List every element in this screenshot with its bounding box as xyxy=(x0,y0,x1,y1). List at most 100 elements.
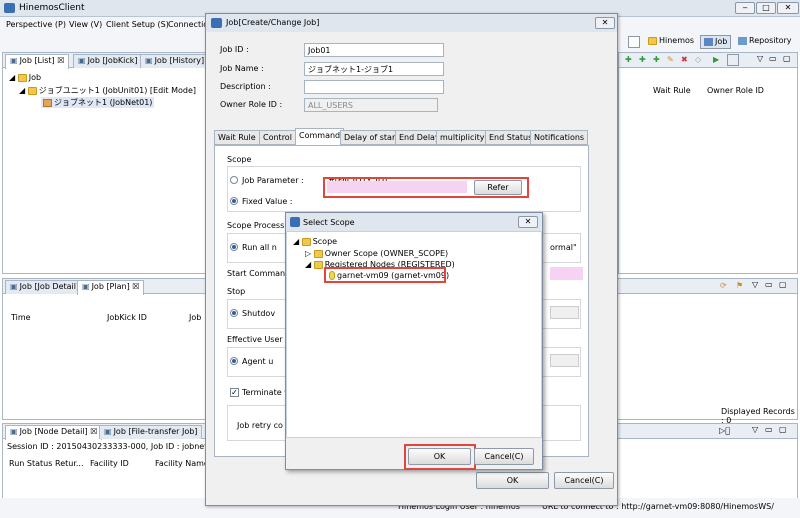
terminate-checkbox[interactable]: ✓ xyxy=(230,388,239,397)
col-jobkick-id[interactable]: JobKick ID xyxy=(107,313,147,322)
tab-job-detail[interactable]: ▣ Job [Job Detail] xyxy=(5,280,85,294)
node-maximize-icon[interactable]: ▢ xyxy=(779,425,787,434)
add-icon[interactable]: ✚ xyxy=(625,55,632,64)
app-icon xyxy=(4,3,15,13)
tab-node-detail[interactable]: ▣ Job [Node Detail] ☒ xyxy=(5,425,103,440)
job-parameter-radio[interactable] xyxy=(230,176,238,184)
ok-highlight xyxy=(404,444,476,470)
scope-tree: ◢ Scope ▷ Owner Scope (OWNER_SCOPE) ◢ Re… xyxy=(286,231,542,438)
perspective-hinemos[interactable]: Hinemos xyxy=(648,36,694,45)
edit-icon[interactable]: ✎ xyxy=(667,55,674,64)
plan-maximize-icon[interactable]: ▢ xyxy=(779,280,787,289)
tab-delay-of-start[interactable]: Delay of start xyxy=(340,130,403,145)
owner-role-label: Owner Role ID : xyxy=(220,100,283,109)
run-all-nodes-label: Run all n xyxy=(242,243,277,252)
run-icon[interactable]: ▶ xyxy=(713,55,719,64)
col-facility-name[interactable]: Facility Name xyxy=(155,459,209,468)
col-facility-id[interactable]: Facility ID xyxy=(90,459,129,468)
scope-tree-owner[interactable]: ▷ Owner Scope (OWNER_SCOPE) xyxy=(305,249,448,258)
scope-process-right-text: ormal" xyxy=(550,243,577,252)
owner-scope-icon xyxy=(313,249,323,258)
run-all-nodes-radio[interactable] xyxy=(230,243,238,251)
start-command-label: Start Comman xyxy=(227,269,286,278)
select-scope-icon xyxy=(290,217,300,227)
open-perspective-icon[interactable] xyxy=(628,36,640,48)
tab-end-status[interactable]: End Status xyxy=(485,130,537,145)
tab-job-kick[interactable]: ▣ Job [JobKick] xyxy=(73,54,143,68)
menu-perspective[interactable]: Perspective (P) xyxy=(6,20,66,29)
tab-file-transfer[interactable]: ▣ Job [File-transfer Job] xyxy=(99,425,203,439)
menu-view[interactable]: View (V) xyxy=(69,20,102,29)
stop-command-input[interactable] xyxy=(550,306,579,319)
col-return[interactable]: Retur... xyxy=(55,459,84,468)
col-wait-rule[interactable]: Wait Rule xyxy=(653,86,691,95)
job-unit-icon xyxy=(27,86,37,95)
perspective-repository[interactable]: Repository xyxy=(738,36,792,45)
copy-icon[interactable]: ✚ xyxy=(639,55,646,64)
terminate-label: Terminate w xyxy=(242,388,291,397)
agent-user-radio[interactable] xyxy=(230,357,238,365)
registered-nodes-icon xyxy=(313,260,323,269)
owner-role-select[interactable]: ALL_USERS xyxy=(304,98,438,112)
save-icon[interactable] xyxy=(727,54,739,66)
right-toolbar: ✚ ✚ ✚ ✎ ✖ ◇ ▶ ▽ ▭ ▢ xyxy=(619,53,797,68)
tab-wait-rule[interactable]: Wait Rule xyxy=(214,130,260,145)
job-dialog-title-bar: Job[Create/Change Job] ✕ xyxy=(206,14,617,32)
tree-job-net[interactable]: ジョブネット1 (JobNet01) xyxy=(41,97,155,108)
job-dialog-cancel-button[interactable]: Cancel(C) xyxy=(554,472,614,489)
scope-process-label: Scope Process xyxy=(227,221,285,230)
col-job[interactable]: Job xyxy=(189,313,201,322)
col-run-status[interactable]: Run Status xyxy=(9,459,52,468)
tab-command[interactable]: Command xyxy=(295,128,345,145)
select-scope-close-button[interactable]: ✕ xyxy=(518,216,538,228)
start-command-input[interactable] xyxy=(550,267,583,280)
job-id-input[interactable]: Job01 xyxy=(304,43,444,57)
refresh-icon[interactable]: ⟳ xyxy=(720,281,727,290)
tab-job-history[interactable]: ▣ Job [History] xyxy=(140,54,210,68)
job-retry-label: Job retry co xyxy=(237,421,283,430)
maximize-button[interactable]: □ xyxy=(756,2,776,14)
col-owner-role[interactable]: Owner Role ID xyxy=(707,86,764,95)
folder-icon xyxy=(17,73,27,82)
dialog-icon xyxy=(211,18,222,28)
shutdown-radio[interactable] xyxy=(230,309,238,317)
job-dialog-ok-button[interactable]: OK xyxy=(476,472,549,489)
minimize-view-icon[interactable]: ▭ xyxy=(769,54,777,63)
agent-user-label: Agent u xyxy=(242,357,274,366)
effective-user-input[interactable] xyxy=(550,354,579,367)
description-label: Description : xyxy=(220,82,271,91)
menu-client-setup[interactable]: Client Setup (S) xyxy=(106,20,169,29)
select-scope-cancel-button[interactable]: Cancel(C) xyxy=(474,448,534,465)
add-node-icon[interactable]: ✚ xyxy=(653,55,660,64)
tab-job-plan[interactable]: ▣ Job [Plan] ☒ xyxy=(77,280,145,295)
tab-notifications[interactable]: Notifications xyxy=(530,130,589,145)
minimize-button[interactable]: ‒ xyxy=(735,2,755,14)
clear-icon[interactable]: ◇ xyxy=(695,55,701,64)
filter-icon[interactable]: ⚑ xyxy=(736,281,743,290)
node-minimize-icon[interactable]: ▭ xyxy=(765,425,773,434)
effective-user-label: Effective User xyxy=(227,335,283,344)
app-title: HinemosClient xyxy=(19,3,85,13)
fixed-value-radio[interactable] xyxy=(230,197,238,205)
node-view-menu-icon[interactable]: ▽ xyxy=(752,425,758,434)
tab-job-list[interactable]: ▣ Job [List] ☒ xyxy=(5,54,70,69)
tab-multiplicity[interactable]: multiplicity xyxy=(436,130,489,145)
tree-job-root[interactable]: ◢ Job xyxy=(9,73,41,82)
stop-group-label: Stop xyxy=(227,287,246,296)
job-list-tabs: ▣ Job [List] ☒ ▣ Job [JobKick] ▣ Job [Histo… xyxy=(3,53,210,69)
plan-minimize-icon[interactable]: ▭ xyxy=(765,280,773,289)
perspective-job[interactable]: Job xyxy=(700,35,732,49)
job-name-input[interactable]: ジョブネット1-ジョブ1 xyxy=(304,62,444,76)
scope-tree-root[interactable]: ◢ Scope xyxy=(293,237,337,246)
tab-control[interactable]: Control xyxy=(259,130,296,145)
description-input[interactable] xyxy=(304,80,444,94)
tree-job-unit[interactable]: ◢ ジョブユニット1 (JobUnit01) [Edit Mode] xyxy=(19,85,196,96)
node-refresh-icon[interactable]: ▷⃞ xyxy=(719,426,730,435)
job-dialog-close-button[interactable]: ✕ xyxy=(595,17,615,29)
view-menu-icon[interactable]: ▽ xyxy=(757,54,763,63)
close-button[interactable]: ✕ xyxy=(777,2,799,14)
col-time[interactable]: Time xyxy=(11,313,31,322)
plan-view-menu-icon[interactable]: ▽ xyxy=(752,280,758,289)
maximize-view-icon[interactable]: ▢ xyxy=(783,54,791,63)
delete-icon[interactable]: ✖ xyxy=(681,55,688,64)
